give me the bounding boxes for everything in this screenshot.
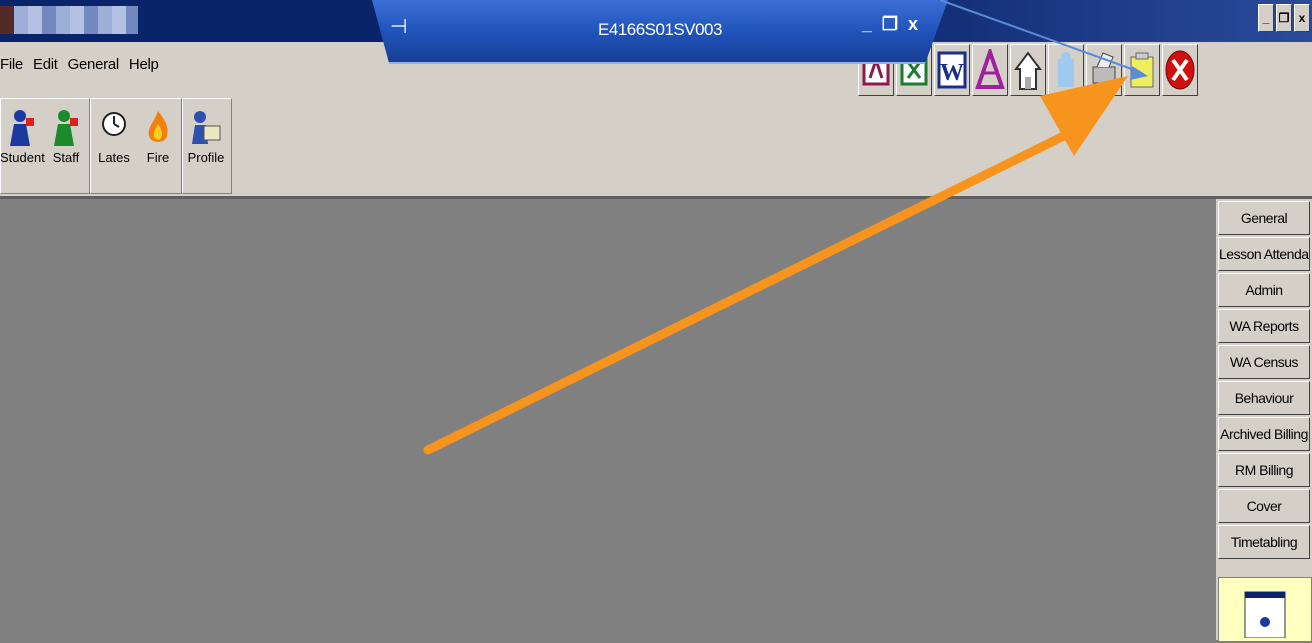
folder-icon bbox=[1130, 52, 1154, 88]
staff-label: Staff bbox=[52, 150, 80, 165]
nav-wa-reports[interactable]: WA Reports bbox=[1218, 309, 1310, 343]
student-label: Student bbox=[0, 150, 45, 165]
main-toolbar: Student Staff Lates Fire Profile bbox=[0, 96, 1312, 199]
fire-button[interactable]: Fire bbox=[136, 106, 180, 165]
fire-label: Fire bbox=[146, 150, 170, 165]
fire-icon bbox=[148, 111, 168, 142]
word-icon: W bbox=[937, 51, 967, 89]
lates-label: Lates bbox=[98, 150, 130, 165]
nav-general[interactable]: General bbox=[1218, 201, 1310, 235]
puzzle-icon bbox=[1058, 52, 1074, 87]
nav-archived-billing[interactable]: Archived Billing bbox=[1218, 417, 1310, 451]
exit-app-button[interactable] bbox=[1162, 44, 1198, 96]
profile-icon bbox=[192, 111, 221, 144]
nav-cover[interactable]: Cover bbox=[1218, 489, 1310, 523]
nav-rm-billing[interactable]: RM Billing bbox=[1218, 453, 1310, 487]
remote-minimize-button[interactable]: _ bbox=[862, 14, 872, 35]
nav-timetabling[interactable]: Timetabling bbox=[1218, 525, 1310, 559]
student-button[interactable]: Student bbox=[0, 106, 45, 165]
remote-restore-button[interactable]: ❐ bbox=[882, 14, 898, 35]
window-controls: _ ❐ x bbox=[1258, 4, 1310, 32]
folder-app-button[interactable] bbox=[1124, 44, 1160, 96]
menu-help[interactable]: Help bbox=[129, 56, 159, 73]
menu-list: File Edit General Help bbox=[0, 56, 159, 73]
module-nav-panel: General Lesson Attendance Admin WA Repor… bbox=[1216, 199, 1312, 642]
close-red-icon bbox=[1165, 50, 1195, 90]
window-preview-icon bbox=[1244, 591, 1286, 639]
remote-desktop-bar: ⊣ E4166S01SV003 _ ❐ x bbox=[372, 0, 948, 64]
staff-button[interactable]: Staff bbox=[44, 106, 88, 165]
home-app-button[interactable] bbox=[1010, 44, 1046, 96]
publisher-app-button[interactable] bbox=[972, 44, 1008, 96]
main-workspace bbox=[0, 199, 1216, 640]
puzzle-app-button[interactable] bbox=[1048, 44, 1084, 96]
menu-general[interactable]: General bbox=[68, 56, 120, 73]
remote-close-button[interactable]: x bbox=[908, 14, 918, 35]
restore-button[interactable]: ❐ bbox=[1276, 4, 1292, 32]
nav-lesson-attendance[interactable]: Lesson Attendance bbox=[1218, 237, 1310, 271]
profile-label: Profile bbox=[187, 150, 225, 165]
menu-edit[interactable]: Edit bbox=[33, 56, 58, 73]
window-thumbnail[interactable] bbox=[1218, 577, 1312, 642]
lates-button[interactable]: Lates bbox=[92, 106, 136, 165]
profile-button[interactable]: Profile bbox=[184, 106, 228, 165]
nav-admin[interactable]: Admin bbox=[1218, 273, 1310, 307]
close-button[interactable]: x bbox=[1294, 4, 1310, 32]
clock-icon bbox=[102, 112, 126, 136]
home-icon bbox=[1014, 51, 1042, 90]
student-icon bbox=[10, 110, 34, 146]
remote-desktop-controls: _ ❐ x bbox=[862, 14, 918, 35]
printer-app-button[interactable] bbox=[1086, 44, 1122, 96]
svg-text:W: W bbox=[940, 60, 964, 86]
word-app-button[interactable]: W bbox=[934, 44, 970, 96]
printer-icon bbox=[1092, 52, 1116, 84]
publisher-icon bbox=[975, 49, 1005, 89]
staff-icon bbox=[54, 110, 78, 146]
nav-behaviour[interactable]: Behaviour bbox=[1218, 381, 1310, 415]
nav-wa-census[interactable]: WA Census bbox=[1218, 345, 1310, 379]
minimize-button[interactable]: _ bbox=[1258, 4, 1274, 32]
menu-file[interactable]: File bbox=[0, 56, 23, 73]
window-title-redacted bbox=[0, 6, 138, 34]
